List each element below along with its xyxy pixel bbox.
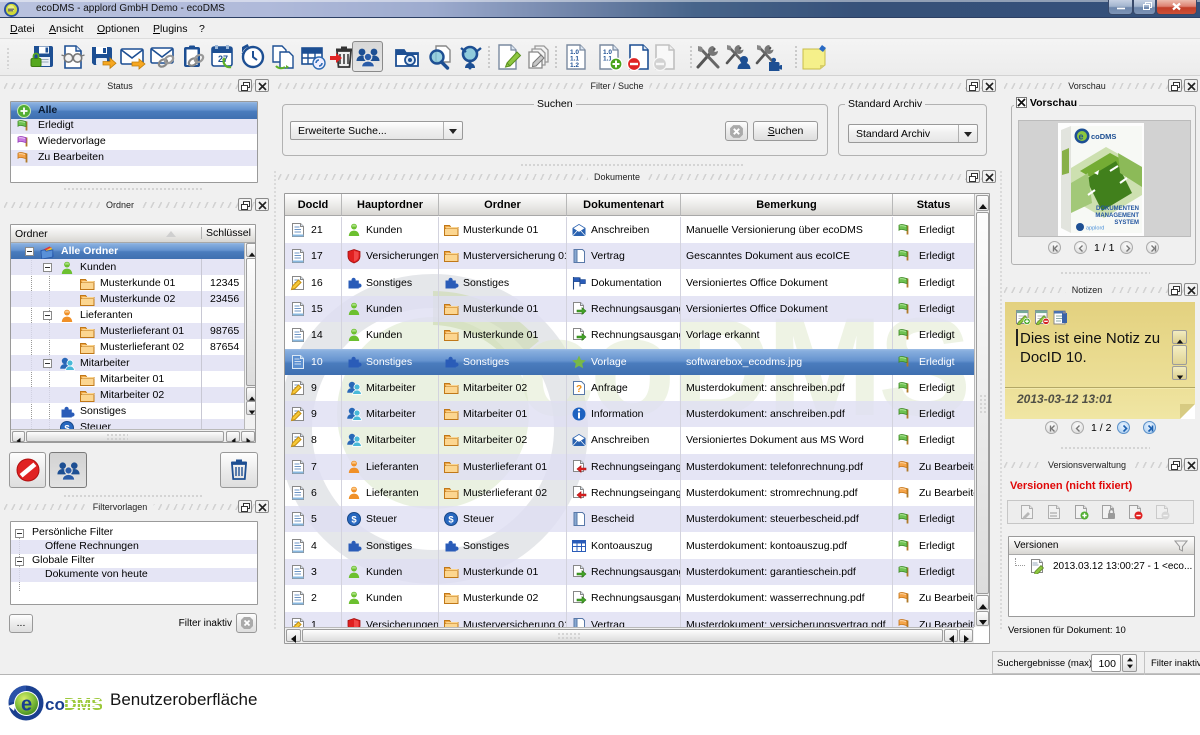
svg-text:applord: applord <box>1086 226 1104 232</box>
svg-text:MANAGEMENT: MANAGEMENT <box>1095 213 1139 219</box>
svg-text:coDMS: coDMS <box>1091 132 1116 141</box>
svg-text:DOKUMENTEN: DOKUMENTEN <box>1096 206 1139 212</box>
svg-text:SYSTEM: SYSTEM <box>1114 220 1139 226</box>
svg-text:e: e <box>1078 132 1083 142</box>
svg-text:co: co <box>45 695 65 714</box>
svg-text:e: e <box>21 694 32 716</box>
